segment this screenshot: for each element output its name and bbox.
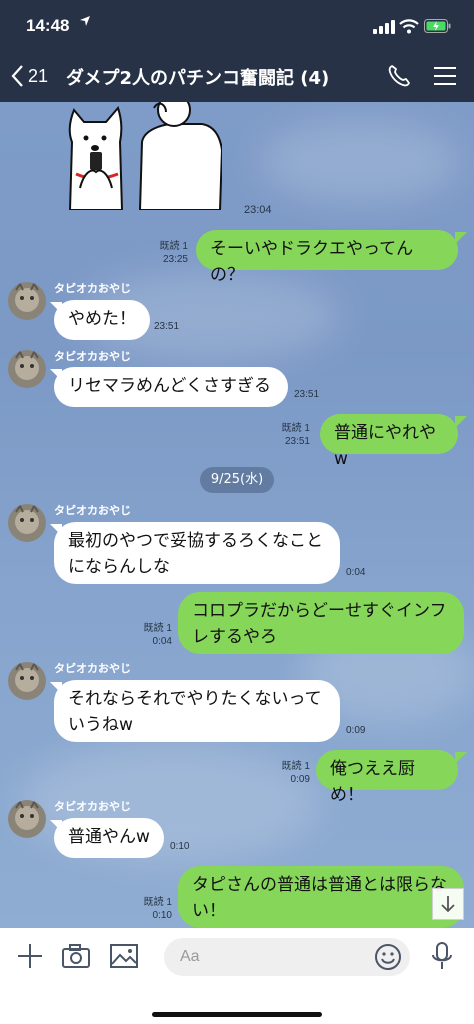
image-icon[interactable] [108,940,140,972]
location-arrow-icon [79,15,91,31]
bubble-tail [455,752,467,764]
avatar[interactable] [8,662,46,700]
back-chevron-icon [11,65,23,87]
message-time: 23:51 [154,321,180,332]
sender-name: タピオカおやじ [54,662,131,675]
read-receipt: 既読 1 23:51 [272,422,310,448]
read-receipt: 既読 1 23:25 [150,240,188,266]
message-time: 0:10 [152,910,172,921]
home-indicator [152,1012,322,1017]
menu-icon[interactable] [432,65,458,87]
read-receipt: 既読 1 0:10 [134,896,172,922]
bubble-tail [50,682,62,694]
message-bubble[interactable]: そーいやドラクエやってんの？ [196,230,458,285]
scroll-to-bottom-button[interactable] [432,888,464,920]
read-status: 既読 1 [159,241,188,252]
read-status: 既読 1 [281,761,310,772]
cellular-signal-icon [373,20,395,34]
message-bubble[interactable]: 普通にやれやw [320,414,458,469]
status-time: 14:48 [26,16,70,35]
message-bubble[interactable]: タピさんの普通は普通とは限らな い！ [178,866,464,928]
message-time: 0:09 [346,725,366,736]
chat-area[interactable]: 23:04 既読 1 23:25 そーいやドラクエやってんの？ タピオカおやじ … [0,102,474,928]
emoji-icon[interactable] [374,943,402,971]
read-status: 既読 1 [143,897,172,908]
message-bubble[interactable]: コロプラだからどーせすぐインフ レするやろ [178,592,464,654]
sender-name: タピオカおやじ [54,504,131,517]
sender-name: タピオカおやじ [54,800,131,813]
avatar[interactable] [8,282,46,320]
avatar[interactable] [8,350,46,388]
avatar[interactable] [8,504,46,542]
message-time: 0:09 [290,774,310,785]
bubble-tail [50,524,62,536]
battery-charging-icon [424,19,451,33]
message-bubble[interactable]: 俺つええ厨め！ [316,750,458,805]
chat-header: 21 ダメプ2人のパチンコ奮闘記 (4) [0,50,474,102]
background-cloud [260,122,460,202]
message-time: 23:04 [244,204,272,216]
input-bar [0,928,474,1024]
bubble-tail [455,416,467,428]
arrow-down-icon [441,896,455,913]
message-time: 23:51 [294,389,320,400]
avatar[interactable] [8,800,46,838]
sender-name: タピオカおやじ [54,350,131,363]
bubble-tail [455,232,467,244]
read-receipt: 既読 1 0:09 [272,760,310,786]
read-status: 既読 1 [281,423,310,434]
message-bubble[interactable]: リセマラめんどくさすぎる [54,367,288,407]
chat-title: ダメプ2人のパチンコ奮闘記 (4) [66,68,330,89]
message-time: 0:04 [152,636,172,647]
message-time: 23:51 [284,436,310,447]
read-status: 既読 1 [143,623,172,634]
date-separator: 9/25(水) [200,467,274,493]
read-receipt: 既読 1 0:04 [134,622,172,648]
message-time: 23:25 [162,254,188,265]
message-bubble[interactable]: それならそれでやりたくないって いうねw [54,680,340,742]
back-button[interactable]: 21 [10,62,48,90]
plus-icon[interactable] [14,940,46,972]
sender-name: タピオカおやじ [54,282,131,295]
bubble-tail [50,302,62,314]
microphone-icon[interactable] [426,940,458,972]
bubble-tail [50,820,62,832]
camera-icon[interactable] [60,940,92,972]
wifi-icon [399,19,419,34]
message-bubble[interactable]: 最初のやつで妥協するろくなこと にならんしな [54,522,340,584]
message-time: 0:10 [170,841,190,852]
message-time: 0:04 [346,567,366,578]
bubble-tail [50,369,62,381]
unread-count: 21 [28,65,49,86]
message-bubble[interactable]: 普通やんw [54,818,164,858]
status-bar: 14:48 [0,0,474,50]
message-bubble[interactable]: やめた！ [54,300,150,340]
phone-icon[interactable] [386,63,412,89]
sticker-image[interactable] [62,102,222,210]
